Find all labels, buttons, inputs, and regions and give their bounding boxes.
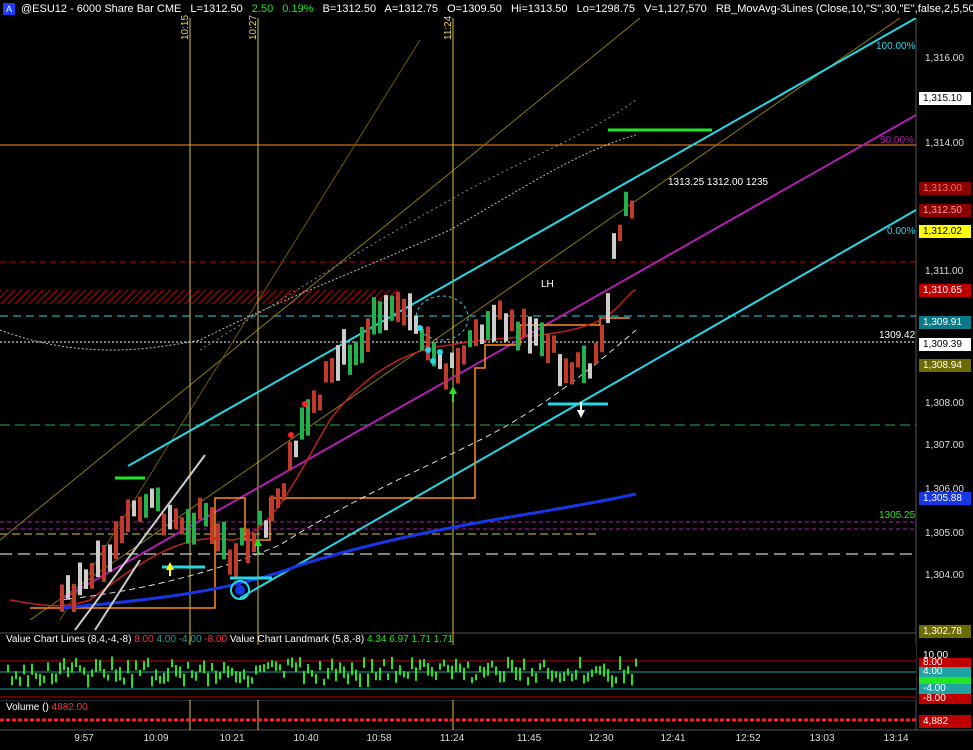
price-tick: 1,307.00 bbox=[925, 440, 964, 451]
fib-100-label: 100.00% bbox=[876, 41, 916, 52]
price-tag: 1,305.88 bbox=[919, 492, 971, 505]
landmark-title[interactable]: Value Chart Landmark (5,8,-8) bbox=[230, 634, 364, 645]
price-tick: 1,308.00 bbox=[925, 398, 964, 409]
price-tag: 1,308.94 bbox=[919, 359, 971, 372]
value-chart-v3: -4.00 bbox=[178, 634, 202, 645]
volume-value: V=1,127,570 bbox=[644, 3, 707, 15]
price-tick: 1,316.00 bbox=[925, 53, 964, 64]
symbol-badge[interactable]: A bbox=[3, 3, 15, 15]
signal-dot bbox=[425, 347, 431, 353]
low-price: Lo=1298.75 bbox=[576, 3, 635, 15]
time-tick: 11:45 bbox=[516, 733, 542, 744]
bid-price: B=1312.50 bbox=[322, 3, 377, 15]
ask-price: A=1312.75 bbox=[384, 3, 439, 15]
price-tag: 1,312.50 bbox=[919, 204, 971, 217]
price-tag: 1,312.02 bbox=[919, 225, 971, 238]
price-tick: 1,304.00 bbox=[925, 570, 964, 581]
volume-reading: 4882.00 bbox=[51, 702, 88, 713]
value-chart-title[interactable]: Value Chart Lines (8,4,-4,-8) bbox=[6, 634, 131, 645]
signal-dot bbox=[288, 432, 294, 438]
time-tick: 11:24 bbox=[439, 733, 465, 744]
price-tick: 1,305.00 bbox=[925, 528, 964, 539]
price-tag: 1,309.39 bbox=[919, 338, 971, 351]
fib-50-label: 50.00% bbox=[880, 135, 914, 146]
price-tag: 1,309.91 bbox=[919, 316, 971, 329]
price-tag: 1,313.00 bbox=[919, 182, 971, 195]
volume-tag: 4,882 bbox=[919, 715, 971, 728]
price-tick: 1,314.00 bbox=[925, 138, 964, 149]
value-chart-v4: -8.00 bbox=[204, 634, 228, 645]
fib-0-label: 0.00% bbox=[887, 226, 916, 237]
time-tick: 12:41 bbox=[660, 733, 686, 744]
value-axis-tag: -8.00 bbox=[919, 694, 971, 704]
lower-high-label: LH bbox=[541, 279, 554, 290]
volume-caption: Volume () 4882.00 bbox=[6, 702, 88, 713]
time-marker-label: 10:27 bbox=[248, 14, 259, 40]
time-tick: 12:52 bbox=[735, 733, 761, 744]
open-price: O=1309.50 bbox=[447, 3, 502, 15]
time-tick: 10:09 bbox=[143, 733, 169, 744]
value-chart-v2: 4.00 bbox=[156, 634, 176, 645]
study-label[interactable]: RB_MovAvg-3Lines (Close,10,"S",30,"E",fa… bbox=[716, 3, 973, 15]
time-marker-label: 10:15 bbox=[180, 14, 191, 40]
price-tag: 1,310.65 bbox=[919, 284, 971, 297]
signal-dot bbox=[302, 401, 308, 407]
landmark-v3: 1.71 bbox=[411, 634, 431, 645]
chart-header: A @ESU12 - 6000 Share Bar CME L=1312.50 2… bbox=[0, 0, 973, 18]
symbol-label[interactable]: @ESU12 - 6000 Share Bar CME bbox=[21, 3, 181, 15]
level-1309-label: 1309.42 bbox=[879, 330, 916, 341]
time-tick: 13:03 bbox=[809, 733, 835, 744]
price-change-pct: 0.19% bbox=[282, 3, 314, 15]
landmark-v4: 1.71 bbox=[433, 634, 454, 645]
main-panel bbox=[0, 18, 916, 633]
time-tick: 13:14 bbox=[883, 733, 909, 744]
time-tick: 10:58 bbox=[366, 733, 392, 744]
time-tick: 10:40 bbox=[293, 733, 319, 744]
value-axis-tag: 4.00 bbox=[919, 667, 971, 677]
levels-annotation: 1313.25 1312.00 1235 bbox=[668, 177, 769, 188]
price-tick: 1,311.00 bbox=[925, 266, 964, 277]
time-tick: 9:57 bbox=[74, 733, 94, 744]
volume-title[interactable]: Volume () bbox=[6, 702, 49, 713]
price-tag: 1,302.78 bbox=[919, 625, 971, 638]
last-price: L=1312.50 bbox=[190, 3, 243, 15]
signal-dot bbox=[235, 585, 245, 595]
price-tag: 1,315.10 bbox=[919, 92, 971, 105]
time-tick: 12:30 bbox=[588, 733, 614, 744]
signal-dot bbox=[437, 349, 443, 355]
time-marker-label: 11:24 bbox=[443, 15, 454, 40]
time-tick: 10:21 bbox=[219, 733, 245, 744]
value-chart-v1: 8.00 bbox=[134, 634, 154, 645]
resistance-zone bbox=[0, 290, 400, 304]
value-chart-caption: Value Chart Lines (8,4,-4,-8) 8.00 4.00 … bbox=[6, 634, 453, 645]
landmark-v2: 6.97 bbox=[389, 634, 409, 645]
high-price: Hi=1313.50 bbox=[510, 3, 568, 15]
signal-dot bbox=[430, 358, 436, 364]
price-change: 2.50 bbox=[251, 3, 274, 15]
landmark-v1: 4.34 bbox=[366, 634, 387, 645]
level-1305-label: 1305.25 bbox=[879, 510, 916, 521]
